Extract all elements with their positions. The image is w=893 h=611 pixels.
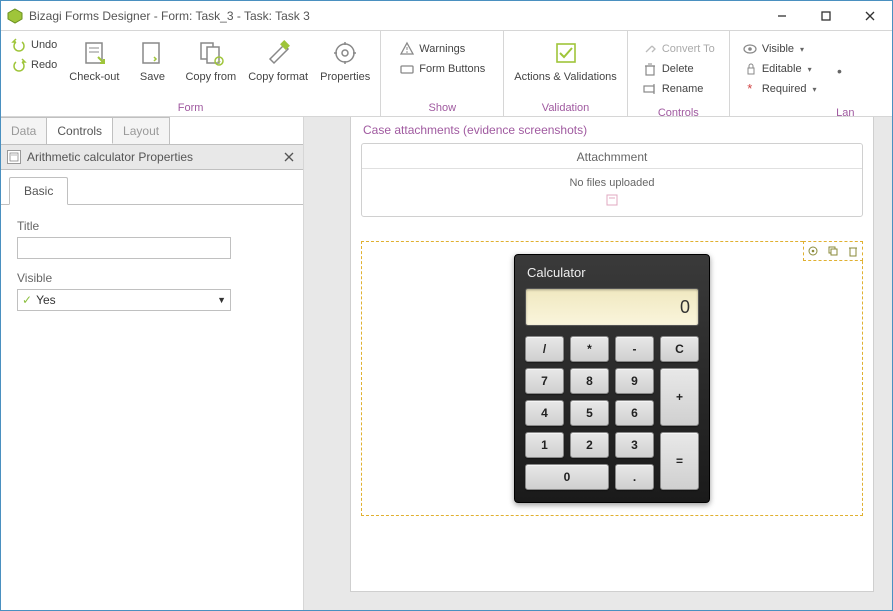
form-buttons-icon (399, 61, 415, 77)
actions-validations-button[interactable]: Actions & Validations (508, 33, 623, 99)
chevron-down-icon: ▼ (217, 295, 226, 305)
field-visible-label: Visible (17, 271, 287, 285)
window-close-button[interactable] (848, 1, 892, 31)
app-icon (7, 8, 23, 24)
copy-from-icon: + (195, 37, 227, 69)
rename-button[interactable]: Rename (638, 79, 719, 99)
tab-data[interactable]: Data (1, 117, 47, 144)
left-sidebar: Data Controls Layout Arithmetic calculat… (1, 117, 304, 610)
field-visible-select[interactable]: ✓ Yes ▼ (17, 289, 231, 311)
calc-2-button[interactable]: 2 (570, 432, 609, 458)
calculator-title: Calculator (525, 263, 699, 288)
warnings-button[interactable]: Warnings (395, 39, 489, 59)
form-buttons-button[interactable]: Form Buttons (395, 59, 489, 79)
required-icon: * (742, 81, 758, 97)
warnings-icon (399, 41, 415, 57)
chevron-down-icon: ▾ (808, 65, 812, 74)
redo-icon (11, 57, 27, 73)
calc-5-button[interactable]: 5 (570, 400, 609, 426)
field-title-label: Title (17, 219, 287, 233)
attachment-empty-text: No files uploaded (370, 173, 854, 191)
selection-copy-button[interactable] (824, 242, 842, 260)
sidebar-tabs: Data Controls Layout (1, 117, 303, 145)
calc-0-button[interactable]: 0 (525, 464, 609, 490)
tab-controls[interactable]: Controls (47, 117, 113, 144)
checkout-button[interactable]: Check-out (63, 33, 125, 99)
properties-tab-basic[interactable]: Basic (9, 177, 68, 205)
required-button[interactable]: * Required▾ (738, 79, 821, 99)
upload-icon (370, 191, 854, 210)
calc-clear-button[interactable]: C (660, 336, 699, 362)
title-bar: Bizagi Forms Designer - Form: Task_3 - T… (1, 1, 892, 31)
copy-from-button[interactable]: + Copy from (179, 33, 242, 99)
checkout-icon (78, 37, 110, 69)
tab-layout[interactable]: Layout (113, 117, 170, 144)
calc-divide-button[interactable]: / (525, 336, 564, 362)
save-button[interactable]: Save (125, 33, 179, 99)
editable-icon (742, 61, 758, 77)
properties-panel-title: Arithmetic calculator Properties (27, 150, 281, 164)
calculator-display: 0 (525, 288, 699, 326)
properties-button[interactable]: Properties (314, 33, 376, 99)
undo-button[interactable]: Undo (7, 35, 61, 55)
chevron-down-icon: ▾ (800, 45, 804, 54)
delete-button[interactable]: Delete (638, 59, 719, 79)
redo-button[interactable]: Redo (7, 55, 61, 75)
visible-button[interactable]: Visible▾ (738, 39, 821, 59)
selection-settings-button[interactable] (804, 242, 822, 260)
copy-format-icon (262, 37, 294, 69)
convert-to-icon (642, 41, 658, 57)
save-icon (136, 37, 168, 69)
selection-toolbar (803, 241, 863, 261)
ribbon-group-show-label: Show (381, 102, 503, 116)
attachment-control[interactable]: Attachmment No files uploaded (361, 143, 863, 217)
calc-9-button[interactable]: 9 (615, 368, 654, 394)
undo-icon (11, 37, 27, 53)
calc-7-button[interactable]: 7 (525, 368, 564, 394)
attachment-header: Attachmment (362, 150, 862, 169)
convert-to-button[interactable]: Convert To (638, 39, 719, 59)
calc-multiply-button[interactable]: * (570, 336, 609, 362)
ribbon: Undo Redo Check-out Save + Copy from (1, 31, 892, 117)
properties-icon (329, 37, 361, 69)
calc-decimal-button[interactable]: . (615, 464, 654, 490)
selection-delete-button[interactable] (844, 242, 862, 260)
rename-icon (642, 81, 658, 97)
more-icon: • (837, 63, 842, 79)
section-title: Case attachments (evidence screenshots) (361, 117, 863, 143)
ribbon-group-validation-label: Validation (504, 102, 627, 116)
ribbon-overflow-button[interactable]: • (824, 33, 854, 99)
calc-subtract-button[interactable]: - (615, 336, 654, 362)
check-icon: ✓ (22, 293, 32, 307)
field-visible-value: Yes (36, 293, 217, 307)
calc-3-button[interactable]: 3 (615, 432, 654, 458)
chevron-down-icon: ▾ (812, 85, 816, 94)
calc-1-button[interactable]: 1 (525, 432, 564, 458)
copy-format-button[interactable]: Copy format (242, 33, 314, 99)
window-title: Bizagi Forms Designer - Form: Task_3 - T… (29, 9, 760, 23)
svg-text:+: + (217, 59, 221, 66)
form-canvas-area[interactable]: Case attachments (evidence screenshots) … (304, 117, 892, 610)
calculator-widget: Calculator 0 / * - C 7 8 9 + 4 5 6 (514, 254, 710, 503)
window-maximize-button[interactable] (804, 1, 848, 31)
calc-equals-button[interactable]: = (660, 432, 699, 490)
ribbon-group-form-label: Form (1, 102, 380, 116)
actions-validations-icon (550, 37, 582, 69)
calc-8-button[interactable]: 8 (570, 368, 609, 394)
editable-button[interactable]: Editable▾ (738, 59, 821, 79)
calc-4-button[interactable]: 4 (525, 400, 564, 426)
delete-icon (642, 61, 658, 77)
calc-6-button[interactable]: 6 (615, 400, 654, 426)
window-minimize-button[interactable] (760, 1, 804, 31)
calc-add-button[interactable]: + (660, 368, 699, 426)
properties-panel-close-button[interactable] (281, 149, 297, 165)
selected-control-region[interactable]: Calculator 0 / * - C 7 8 9 + 4 5 6 (361, 241, 863, 516)
field-title-input[interactable] (17, 237, 231, 259)
properties-panel-header: Arithmetic calculator Properties (1, 145, 303, 170)
visible-icon (742, 41, 758, 57)
calculator-small-icon (7, 150, 21, 164)
